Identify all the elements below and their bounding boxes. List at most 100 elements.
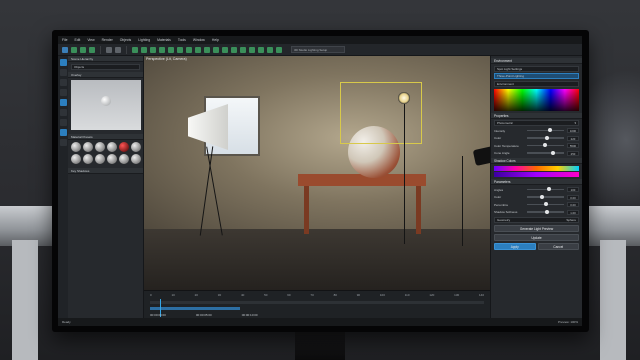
menu-edit[interactable]: Edit	[74, 38, 80, 42]
geometry-select[interactable]: Geometry Sphere	[494, 216, 579, 223]
3d-viewport[interactable]: Perspective (Lit, Camera)	[144, 56, 490, 290]
play-icon[interactable]	[249, 46, 255, 53]
shadow-icon[interactable]	[186, 46, 192, 53]
slider-knob[interactable]	[543, 202, 548, 207]
material-swatch[interactable]	[131, 154, 141, 164]
material-swatch[interactable]	[119, 142, 129, 152]
preset-select[interactable]: 3D Studio Lighting Setup	[291, 46, 345, 53]
material-swatch[interactable]	[95, 142, 105, 152]
timeline-track[interactable]	[150, 301, 484, 304]
scene-hierarchy-header[interactable]: Scene Hierarchy	[68, 56, 143, 62]
update-button[interactable]: Update	[494, 233, 579, 241]
material-swatch[interactable]	[71, 142, 81, 152]
apply-button[interactable]: Apply	[494, 242, 536, 250]
slider-value-input[interactable]: 100	[567, 187, 579, 192]
slider-knob[interactable]	[545, 209, 550, 214]
camera-icon[interactable]	[141, 46, 147, 53]
environment-field[interactable]: Environment	[494, 80, 579, 87]
slider-knob[interactable]	[545, 135, 550, 140]
menu-render[interactable]: Render	[102, 38, 113, 42]
material-swatch[interactable]	[71, 154, 81, 164]
grid-icon[interactable]	[150, 46, 156, 53]
slider-track[interactable]	[527, 135, 564, 140]
slider-knob[interactable]	[550, 150, 555, 155]
slider-track[interactable]	[527, 150, 564, 155]
slider-value-input[interactable]: 5500	[567, 143, 579, 148]
key-shadows-header[interactable]: Key Shadows	[68, 168, 143, 174]
slider-value-input[interactable]: 220	[567, 135, 579, 141]
material-icon[interactable]	[177, 46, 183, 53]
cancel-button[interactable]: Cancel	[537, 242, 579, 250]
pause-icon[interactable]	[258, 46, 264, 53]
render-icon[interactable]	[168, 46, 174, 53]
hand-tool-icon[interactable]	[59, 69, 67, 76]
menu-objects[interactable]: Objects	[120, 38, 132, 42]
lamp-icon[interactable]	[204, 46, 210, 53]
sphere-icon[interactable]	[213, 46, 219, 53]
hierarchy-search-input[interactable]: Objects	[71, 64, 140, 70]
three-point-field[interactable]: Three-Point Lighting	[494, 73, 579, 79]
menu-lighting[interactable]: Lighting	[138, 38, 150, 42]
slider-knob[interactable]	[539, 194, 544, 199]
slider-value-input[interactable]: 0.00	[567, 194, 579, 200]
slider-value-input[interactable]: 250	[567, 150, 579, 156]
keyframe-range[interactable]	[150, 307, 240, 310]
layers-icon[interactable]	[231, 46, 237, 53]
material-swatch[interactable]	[83, 154, 93, 164]
properties-header[interactable]: Properties	[491, 112, 582, 119]
slider-knob[interactable]	[547, 187, 552, 192]
undo-icon[interactable]	[106, 46, 112, 53]
shadow-gradient-bar[interactable]	[494, 165, 579, 171]
material-swatch[interactable]	[95, 154, 105, 164]
slider-track[interactable]	[527, 128, 564, 133]
move-tool-icon[interactable]	[71, 46, 77, 53]
menu-file[interactable]: File	[62, 38, 67, 42]
menu-materials[interactable]: Materials	[157, 38, 171, 42]
material-swatch[interactable]	[119, 154, 129, 164]
slider-value-input[interactable]: 1000	[567, 128, 579, 133]
light-tool-icon[interactable]	[59, 89, 67, 96]
paint-tool-icon[interactable]	[59, 109, 67, 116]
viewport-label[interactable]: Perspective (Lit, Camera)	[146, 57, 187, 61]
cube-icon[interactable]	[222, 46, 228, 53]
stop-icon[interactable]	[267, 46, 273, 53]
shadow-colors-header[interactable]: Shadow Colors	[491, 158, 582, 164]
material-swatch[interactable]	[131, 142, 141, 152]
slider-track[interactable]	[527, 194, 564, 199]
spot-light[interactable]	[398, 92, 410, 104]
color-picker[interactable]	[494, 88, 579, 111]
spot-settings-field[interactable]: Spot Light Settings	[494, 65, 579, 72]
rotate-tool-icon[interactable]	[80, 46, 86, 53]
environment-header[interactable]: Environment	[491, 58, 582, 64]
slider-knob[interactable]	[542, 143, 547, 148]
slider-track[interactable]	[527, 202, 564, 207]
shadow-gradient-bar[interactable]	[494, 172, 579, 177]
material-swatch[interactable]	[107, 142, 117, 152]
redo-icon[interactable]	[115, 46, 121, 53]
eyedropper-tool-icon[interactable]	[59, 129, 67, 136]
snap-icon[interactable]	[159, 46, 165, 53]
keyframe-icon[interactable]	[276, 46, 282, 53]
slider-track[interactable]	[527, 143, 564, 148]
material-presets-header[interactable]: Material Presets	[68, 134, 143, 140]
sun-icon[interactable]	[195, 46, 201, 53]
spot-tool-icon[interactable]	[59, 99, 67, 106]
slider-value-input[interactable]: 1.00	[567, 209, 579, 215]
scene-table[interactable]	[298, 174, 426, 186]
generate-preview-button[interactable]: Generate Light Preview	[494, 224, 579, 232]
scale-tool-icon[interactable]	[89, 46, 95, 53]
slider-track[interactable]	[527, 187, 564, 192]
slider-value-input[interactable]: 0.00	[567, 202, 579, 207]
menu-view[interactable]: View	[87, 38, 94, 42]
light-add-icon[interactable]	[132, 46, 138, 53]
menu-tools[interactable]: Tools	[178, 38, 186, 42]
timeline[interactable]: 0 10 20 30 40 50 60 70 80 90 100 110 120…	[144, 290, 490, 318]
material-swatch[interactable]	[107, 154, 117, 164]
zoom-tool-icon[interactable]	[59, 79, 67, 86]
menu-window[interactable]: Window	[193, 38, 205, 42]
measure-tool-icon[interactable]	[59, 119, 67, 126]
cursor-tool-icon[interactable]	[59, 59, 67, 66]
text-tool-icon[interactable]	[59, 139, 67, 146]
scene-thumbnail[interactable]	[71, 80, 141, 130]
parameters-header[interactable]: Parameters	[491, 179, 582, 185]
